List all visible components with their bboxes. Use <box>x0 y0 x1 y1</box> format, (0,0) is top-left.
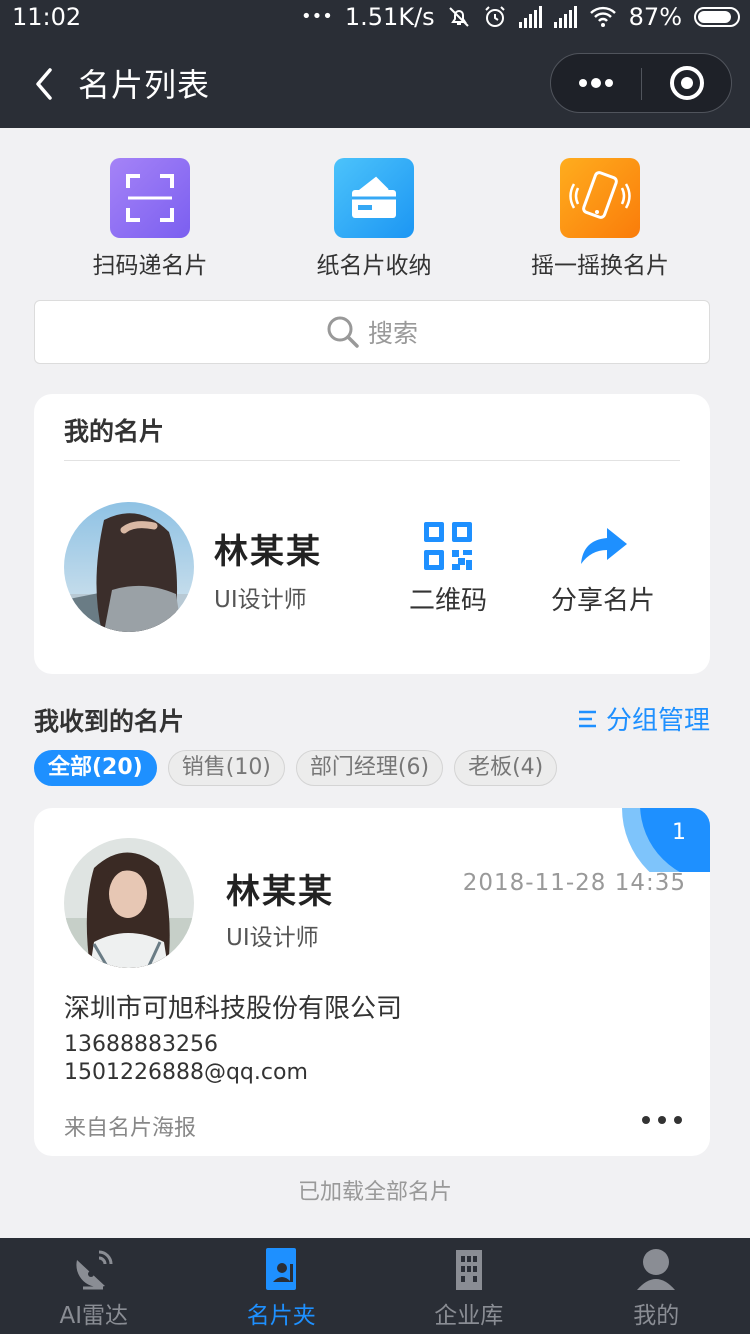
contact-avatar[interactable] <box>64 838 194 968</box>
signal-icon <box>553 6 577 28</box>
scan-card-label: 扫码递名片 <box>92 253 208 279</box>
my-name: 林某某 <box>214 532 322 572</box>
contact-company: 深圳市可旭科技股份有限公司 <box>64 994 403 1024</box>
all-loaded-text: 已加载全部名片 <box>297 1180 452 1205</box>
share-arrow-icon <box>581 528 627 564</box>
contact-email[interactable]: 1501226888@qq.com <box>64 1060 308 1085</box>
tab-enterprise-label: 企业库 <box>434 1303 504 1329</box>
mute-bell-icon <box>448 7 469 27</box>
shake-card-action[interactable]: 摇一摇换名片 <box>480 158 720 280</box>
battery-percent: 87% <box>628 3 682 31</box>
battery-icon <box>694 7 740 27</box>
status-bar: 11:02 ••• 1.51K/s 87% <box>0 0 750 36</box>
shake-phone-icon <box>560 158 640 238</box>
nav-bar: 名片列表 <box>0 40 750 128</box>
my-job-title: UI设计师 <box>214 587 307 613</box>
scan-card-action[interactable]: 扫码递名片 <box>30 158 270 280</box>
status-dots: ••• <box>301 6 333 27</box>
group-manage-label: 分组管理 <box>605 706 710 736</box>
paper-card-label: 纸名片收纳 <box>316 253 432 279</box>
chip-all[interactable]: 全部(20) <box>34 750 157 786</box>
my-card-panel: 我的名片 林某某 UI设计师 二维码 分享名片 <box>34 394 710 674</box>
my-card-title: 我的名片 <box>64 417 165 446</box>
chip-dept-manager[interactable]: 部门经理(6) <box>295 750 444 786</box>
group-manage-button[interactable]: 分组管理 <box>578 700 710 737</box>
signal-icon <box>518 6 542 28</box>
received-card-item[interactable]: 1 林某某 UI设计师 2018-11-28 14:35 深圳市可旭科技股份有限… <box>34 808 710 1156</box>
close-target-icon[interactable] <box>642 54 732 112</box>
tab-enterprise[interactable]: 企业库 <box>375 1238 563 1334</box>
my-avatar[interactable] <box>64 502 194 632</box>
list-icon <box>578 710 596 727</box>
received-date: 2018-11-28 14:35 <box>462 870 686 896</box>
contact-job-title: UI设计师 <box>226 925 319 951</box>
radar-icon <box>76 1250 113 1290</box>
card-holder-icon <box>334 158 414 238</box>
tab-card-folder-label: 名片夹 <box>246 1303 316 1329</box>
tab-me-label: 我的 <box>633 1303 680 1329</box>
qr-code-button[interactable]: 二维码 <box>402 520 494 617</box>
search-placeholder: 搜索 <box>367 319 418 348</box>
alarm-icon <box>484 6 505 27</box>
more-dots-icon[interactable] <box>551 54 641 112</box>
mini-program-capsule <box>550 53 732 113</box>
paper-card-action[interactable]: 纸名片收纳 <box>254 158 494 280</box>
chip-sales[interactable]: 销售(10) <box>167 750 285 786</box>
top-bar: 11:02 ••• 1.51K/s 87% 名片列表 <box>0 0 750 128</box>
tab-card-folder[interactable]: 名片夹 <box>188 1238 376 1334</box>
unread-count: 1 <box>672 820 686 845</box>
unread-badge <box>622 808 710 872</box>
group-filter-chips: 全部(20) 销售(10) 部门经理(6) 老板(4) <box>34 750 558 786</box>
page-title: 名片列表 <box>78 66 211 104</box>
user-icon <box>637 1249 676 1290</box>
network-speed: 1.51K/s <box>344 3 435 31</box>
chip-boss[interactable]: 老板(4) <box>454 750 558 786</box>
qr-code-icon <box>424 522 472 570</box>
tab-ai-radar-label: AI雷达 <box>59 1303 129 1329</box>
shake-card-label: 摇一摇换名片 <box>531 253 669 279</box>
received-cards-title: 我收到的名片 <box>34 707 185 736</box>
search-input[interactable]: 搜索 <box>34 300 710 364</box>
share-card-label: 分享名片 <box>550 586 655 616</box>
building-icon <box>455 1250 482 1290</box>
qr-code-label: 二维码 <box>408 586 487 616</box>
contact-phone[interactable]: 13688883256 <box>64 1032 218 1057</box>
back-arrow-icon[interactable] <box>26 64 66 104</box>
status-time: 11:02 <box>12 3 82 31</box>
tab-ai-radar[interactable]: AI雷达 <box>0 1238 188 1334</box>
scan-icon <box>110 158 190 238</box>
tab-me[interactable]: 我的 <box>563 1238 750 1334</box>
wifi-icon <box>589 6 616 27</box>
contact-name: 林某某 <box>226 872 334 912</box>
more-options-icon[interactable] <box>642 1116 682 1124</box>
card-folder-icon <box>266 1248 297 1290</box>
search-icon <box>327 316 359 348</box>
bottom-tab-bar: AI雷达 名片夹 企业库 我的 <box>0 1238 750 1334</box>
share-card-button[interactable]: 分享名片 <box>544 520 662 617</box>
card-source: 来自名片海报 <box>64 1116 197 1141</box>
